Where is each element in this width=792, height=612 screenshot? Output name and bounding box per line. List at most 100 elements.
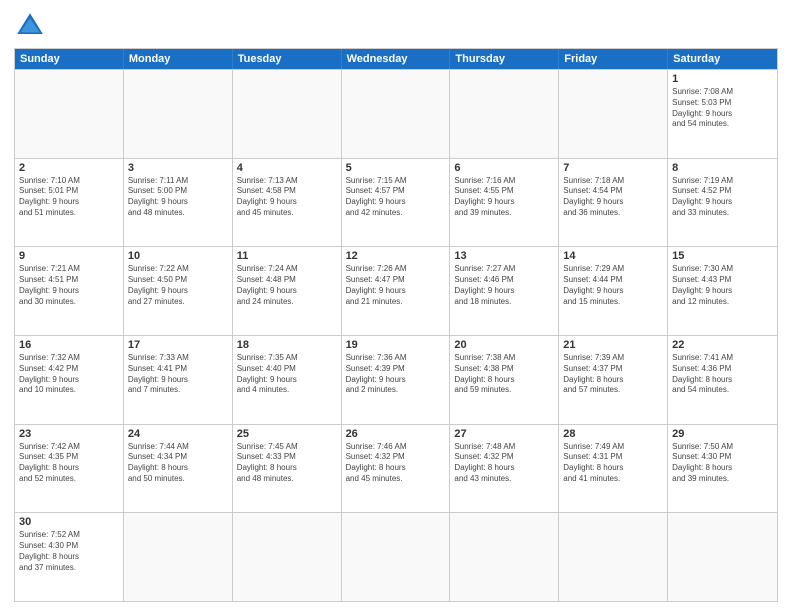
calendar-cell: 2Sunrise: 7:10 AM Sunset: 5:01 PM Daylig…	[15, 159, 124, 247]
calendar-cell	[450, 70, 559, 158]
day-info: Sunrise: 7:21 AM Sunset: 4:51 PM Dayligh…	[19, 264, 119, 307]
day-info: Sunrise: 7:46 AM Sunset: 4:32 PM Dayligh…	[346, 442, 446, 485]
day-info: Sunrise: 7:39 AM Sunset: 4:37 PM Dayligh…	[563, 353, 663, 396]
day-info: Sunrise: 7:38 AM Sunset: 4:38 PM Dayligh…	[454, 353, 554, 396]
weekday-header: Tuesday	[233, 49, 342, 69]
calendar-cell	[559, 70, 668, 158]
day-number: 15	[672, 250, 773, 262]
calendar-row: 23Sunrise: 7:42 AM Sunset: 4:35 PM Dayli…	[15, 424, 777, 513]
day-number: 5	[346, 162, 446, 174]
calendar-row: 1 Sunrise: 7:08 AM Sunset: 5:03 PM Daylig…	[15, 69, 777, 158]
day-info: Sunrise: 7:45 AM Sunset: 4:33 PM Dayligh…	[237, 442, 337, 485]
day-number: 12	[346, 250, 446, 262]
day-number: 16	[19, 339, 119, 351]
day-number: 10	[128, 250, 228, 262]
calendar-cell: 3 Sunrise: 7:11 AM Sunset: 5:00 PM Daylig…	[124, 159, 233, 247]
day-info: Sunrise: 7:35 AM Sunset: 4:40 PM Dayligh…	[237, 353, 337, 396]
day-number: 9	[19, 250, 119, 262]
day-number: 1	[672, 73, 773, 85]
day-info: Sunrise: 7:11 AM Sunset: 5:00 PM Dayligh…	[128, 176, 228, 219]
calendar-row: 16 Sunrise: 7:32 AM Sunset: 4:42 PM Dayli…	[15, 335, 777, 424]
calendar-row: 2Sunrise: 7:10 AM Sunset: 5:01 PM Daylig…	[15, 158, 777, 247]
day-info: Sunrise: 7:36 AM Sunset: 4:39 PM Dayligh…	[346, 353, 446, 396]
calendar-cell: 15Sunrise: 7:30 AM Sunset: 4:43 PM Dayli…	[668, 247, 777, 335]
calendar-cell: 26 Sunrise: 7:46 AM Sunset: 4:32 PM Dayli…	[342, 425, 451, 513]
day-info: Sunrise: 7:22 AM Sunset: 4:50 PM Dayligh…	[128, 264, 228, 307]
calendar-cell: 19 Sunrise: 7:36 AM Sunset: 4:39 PM Dayli…	[342, 336, 451, 424]
day-info: Sunrise: 7:33 AM Sunset: 4:41 PM Dayligh…	[128, 353, 228, 396]
calendar-cell	[450, 513, 559, 601]
day-info: Sunrise: 7:15 AM Sunset: 4:57 PM Dayligh…	[346, 176, 446, 219]
calendar-cell: 20 Sunrise: 7:38 AM Sunset: 4:38 PM Dayli…	[450, 336, 559, 424]
weekday-header: Monday	[124, 49, 233, 69]
calendar-row: 30 Sunrise: 7:52 AM Sunset: 4:30 PM Dayli…	[15, 512, 777, 601]
day-number: 27	[454, 428, 554, 440]
day-number: 23	[19, 428, 119, 440]
day-info: Sunrise: 7:19 AM Sunset: 4:52 PM Dayligh…	[672, 176, 773, 219]
day-number: 30	[19, 516, 119, 528]
day-number: 14	[563, 250, 663, 262]
day-info: Sunrise: 7:26 AM Sunset: 4:47 PM Dayligh…	[346, 264, 446, 307]
day-info: Sunrise: 7:52 AM Sunset: 4:30 PM Dayligh…	[19, 530, 119, 573]
calendar-cell	[668, 513, 777, 601]
day-info: Sunrise: 7:27 AM Sunset: 4:46 PM Dayligh…	[454, 264, 554, 307]
day-number: 13	[454, 250, 554, 262]
day-number: 24	[128, 428, 228, 440]
calendar-cell: 5 Sunrise: 7:15 AM Sunset: 4:57 PM Daylig…	[342, 159, 451, 247]
day-info: Sunrise: 7:41 AM Sunset: 4:36 PM Dayligh…	[672, 353, 773, 396]
day-number: 7	[563, 162, 663, 174]
day-number: 20	[454, 339, 554, 351]
calendar: SundayMondayTuesdayWednesdayThursdayFrid…	[14, 48, 778, 602]
day-info: Sunrise: 7:32 AM Sunset: 4:42 PM Dayligh…	[19, 353, 119, 396]
day-info: Sunrise: 7:48 AM Sunset: 4:32 PM Dayligh…	[454, 442, 554, 485]
calendar-cell: 27 Sunrise: 7:48 AM Sunset: 4:32 PM Dayli…	[450, 425, 559, 513]
logo	[14, 10, 50, 42]
day-info: Sunrise: 7:08 AM Sunset: 5:03 PM Dayligh…	[672, 87, 773, 130]
calendar-cell	[15, 70, 124, 158]
day-number: 21	[563, 339, 663, 351]
calendar-cell: 21 Sunrise: 7:39 AM Sunset: 4:37 PM Dayli…	[559, 336, 668, 424]
day-info: Sunrise: 7:16 AM Sunset: 4:55 PM Dayligh…	[454, 176, 554, 219]
day-number: 25	[237, 428, 337, 440]
calendar-header: SundayMondayTuesdayWednesdayThursdayFrid…	[15, 49, 777, 69]
calendar-cell	[342, 70, 451, 158]
day-info: Sunrise: 7:24 AM Sunset: 4:48 PM Dayligh…	[237, 264, 337, 307]
calendar-cell: 13 Sunrise: 7:27 AM Sunset: 4:46 PM Dayli…	[450, 247, 559, 335]
calendar-cell: 6 Sunrise: 7:16 AM Sunset: 4:55 PM Daylig…	[450, 159, 559, 247]
calendar-cell	[559, 513, 668, 601]
day-info: Sunrise: 7:13 AM Sunset: 4:58 PM Dayligh…	[237, 176, 337, 219]
day-number: 8	[672, 162, 773, 174]
calendar-cell	[233, 513, 342, 601]
day-info: Sunrise: 7:29 AM Sunset: 4:44 PM Dayligh…	[563, 264, 663, 307]
calendar-cell: 12 Sunrise: 7:26 AM Sunset: 4:47 PM Dayli…	[342, 247, 451, 335]
day-number: 11	[237, 250, 337, 262]
day-info: Sunrise: 7:18 AM Sunset: 4:54 PM Dayligh…	[563, 176, 663, 219]
calendar-cell: 16 Sunrise: 7:32 AM Sunset: 4:42 PM Dayli…	[15, 336, 124, 424]
day-number: 6	[454, 162, 554, 174]
day-number: 29	[672, 428, 773, 440]
weekday-header: Friday	[559, 49, 668, 69]
day-number: 3	[128, 162, 228, 174]
weekday-header: Thursday	[450, 49, 559, 69]
calendar-cell: 17 Sunrise: 7:33 AM Sunset: 4:41 PM Dayli…	[124, 336, 233, 424]
weekday-header: Wednesday	[342, 49, 451, 69]
day-number: 2	[19, 162, 119, 174]
weekday-header: Sunday	[15, 49, 124, 69]
day-number: 17	[128, 339, 228, 351]
day-info: Sunrise: 7:49 AM Sunset: 4:31 PM Dayligh…	[563, 442, 663, 485]
calendar-cell	[124, 513, 233, 601]
calendar-cell: 9 Sunrise: 7:21 AM Sunset: 4:51 PM Daylig…	[15, 247, 124, 335]
calendar-cell: 24Sunrise: 7:44 AM Sunset: 4:34 PM Dayli…	[124, 425, 233, 513]
calendar-cell: 22Sunrise: 7:41 AM Sunset: 4:36 PM Dayli…	[668, 336, 777, 424]
calendar-cell	[124, 70, 233, 158]
calendar-row: 9 Sunrise: 7:21 AM Sunset: 4:51 PM Daylig…	[15, 246, 777, 335]
day-number: 26	[346, 428, 446, 440]
calendar-cell: 25 Sunrise: 7:45 AM Sunset: 4:33 PM Dayli…	[233, 425, 342, 513]
calendar-cell	[342, 513, 451, 601]
calendar-cell	[233, 70, 342, 158]
day-number: 18	[237, 339, 337, 351]
day-number: 19	[346, 339, 446, 351]
calendar-cell: 11 Sunrise: 7:24 AM Sunset: 4:48 PM Dayli…	[233, 247, 342, 335]
day-info: Sunrise: 7:50 AM Sunset: 4:30 PM Dayligh…	[672, 442, 773, 485]
calendar-cell: 1 Sunrise: 7:08 AM Sunset: 5:03 PM Daylig…	[668, 70, 777, 158]
